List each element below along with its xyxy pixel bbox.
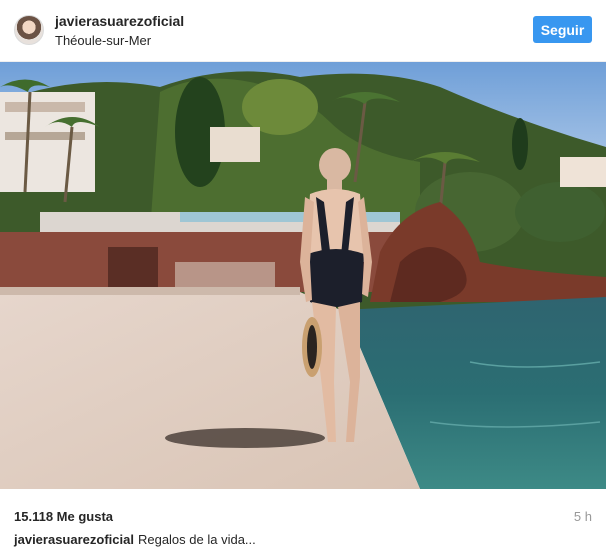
post-header: javierasuarezoficial Théoule-sur-Mer Seg…	[0, 0, 606, 62]
follow-button[interactable]: Seguir	[533, 16, 592, 43]
profile-avatar[interactable]	[14, 15, 44, 45]
caption-username-link[interactable]: javierasuarezoficial	[14, 532, 134, 547]
username-link[interactable]: javierasuarezoficial	[55, 13, 184, 29]
likes-count[interactable]: 15.118 Me gusta	[14, 509, 113, 524]
post-time: 5 h	[573, 509, 592, 524]
post-footer: 15.118 Me gusta 5 h javierasuarezoficial…	[0, 489, 606, 552]
post-photo[interactable]	[0, 62, 606, 489]
caption-text: Regalos de la vida...	[137, 532, 256, 547]
post-caption: javierasuarezoficial Regalos de la vida..…	[14, 532, 256, 547]
location-link[interactable]: Théoule-sur-Mer	[55, 33, 151, 48]
